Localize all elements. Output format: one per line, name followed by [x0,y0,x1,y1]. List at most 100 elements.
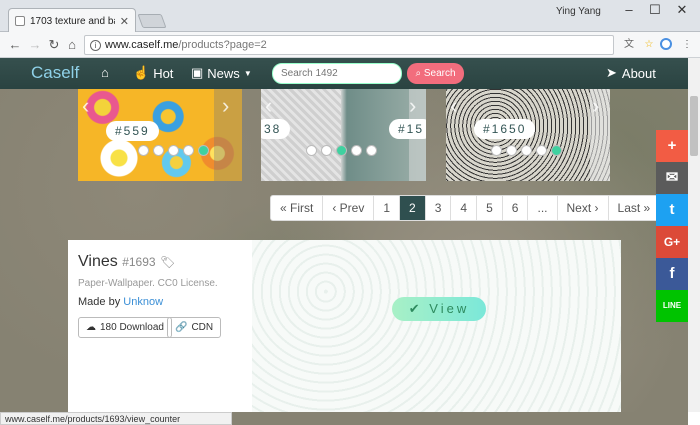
new-tab-button[interactable] [137,14,167,28]
carousel-dot-active[interactable] [551,145,562,156]
product-id-pill: #15 [389,119,426,139]
reload-icon[interactable]: ↻ [45,36,63,54]
carousel-dot[interactable] [491,145,502,156]
search-button-label: Search [423,68,456,79]
nav-hot[interactable]: ☝ Hot [133,65,173,81]
chevron-left-icon[interactable]: ‹ [450,93,457,119]
product-id-pill: 38 [261,119,291,139]
nav-about[interactable]: ➤ About [606,65,656,81]
maximize-icon[interactable]: ☐ [645,2,665,18]
download-button[interactable]: ☁ 180 Download [78,317,172,338]
chevron-right-icon[interactable]: › [222,93,229,119]
url-path: /products?page=2 [178,39,267,51]
browser-user-name[interactable]: Ying Yang [556,6,601,17]
page-2-current[interactable]: 2 [400,196,426,220]
carousel-dot[interactable] [153,145,164,156]
nav-hot-label: Hot [153,65,174,81]
search-input[interactable] [272,63,402,84]
back-icon[interactable]: ← [6,36,24,54]
product-id: #1693 [122,255,156,269]
close-tab-icon[interactable]: ✕ [120,15,129,28]
page-6[interactable]: 6 [503,196,529,220]
carousel-dot[interactable] [321,145,332,156]
page-bottom-strip [232,412,688,425]
email-share-icon[interactable]: ✉ [656,162,688,194]
address-url: www.caself.me/products?page=2 [105,39,267,51]
url-host: www.caself.me [105,39,179,51]
page-5[interactable]: 5 [477,196,503,220]
product-author: Made by Unknow [78,296,163,308]
line-icon[interactable]: LINE [656,290,688,322]
carousel-dots [491,145,562,156]
nav-about-label: About [621,65,656,81]
carousel-dot[interactable] [306,145,317,156]
carousel-dot[interactable] [168,145,179,156]
browser-toolbar: ← → ↻ ⌂ i www.caself.me/products?page=2 … [0,32,700,58]
carousel-dot[interactable] [351,145,362,156]
page-last[interactable]: Last » [609,196,660,220]
minimize-icon[interactable]: – [619,2,639,18]
chevron-left-icon[interactable]: ‹ [265,93,272,119]
chevron-right-icon[interactable]: › [592,93,599,119]
page-first[interactable]: « First [271,196,324,220]
author-link[interactable]: Unknow [123,296,163,308]
close-window-icon[interactable]: ✕ [672,2,692,18]
chevron-right-icon[interactable]: › [409,93,416,119]
nav-news[interactable]: ▣ News ▼ [191,65,252,81]
page-4[interactable]: 4 [451,196,478,220]
caret-down-icon: ▼ [243,68,252,78]
tab-title: 1703 texture and backg [30,15,115,27]
product-preview-image[interactable] [252,240,621,412]
product-card: Vines #1693 🏷 Paper-Wallpaper. CC0 Licen… [68,240,621,412]
view-label: View [429,301,470,316]
bookmark-star-icon[interactable]: ☆ [642,38,656,52]
carousel-card[interactable]: ‹ › #559 [78,89,242,181]
carousel-dot[interactable] [366,145,377,156]
page-ellipsis: ... [528,196,558,220]
carousel-dot[interactable] [183,145,194,156]
cloud-download-icon: ☁ [86,322,96,333]
page-3[interactable]: 3 [426,196,452,220]
extension-icon[interactable] [660,38,672,50]
cdn-label: CDN [191,322,214,333]
tag-icon: 🏷 [160,255,176,269]
view-button[interactable]: ✔ View [392,297,486,321]
translate-icon[interactable]: 文 [622,38,636,52]
status-bar: www.caself.me/products/1693/view_counter [0,412,232,425]
site-brand[interactable]: Caself [31,63,79,83]
search-button[interactable]: ⌕ Search [407,63,464,84]
site-navbar: Caself ⌂ ☝Hot ▣News▼ ⌕ Search ➤ About [0,58,688,89]
twitter-icon[interactable]: t [656,194,688,226]
google-plus-icon[interactable]: G+ [656,226,688,258]
scrollbar-thumb[interactable] [690,96,698,156]
facebook-icon[interactable]: f [656,258,688,290]
carousel-card[interactable]: ‹ › #1650 [446,89,610,181]
home-icon[interactable]: ⌂ [63,36,81,54]
page-next[interactable]: Next › [558,196,609,220]
pagination: « First ‹ Prev 1 2 3 4 5 6 ... Next › La… [270,195,661,221]
nav-home[interactable]: ⌂ [101,65,109,80]
site-info-icon[interactable]: i [90,39,101,51]
cdn-button[interactable]: 🔗 CDN [167,317,222,338]
page-prev[interactable]: ‹ Prev [323,196,375,220]
product-name: Vines [78,253,118,270]
carousel-dots [138,145,209,156]
carousel-dot[interactable] [536,145,547,156]
carousel-dot[interactable] [506,145,517,156]
address-bar[interactable]: i www.caself.me/products?page=2 [84,35,614,55]
link-icon: 🔗 [175,322,188,333]
share-add-icon[interactable]: + [656,130,688,162]
carousel-card[interactable]: ‹ › 38 #15 [261,89,426,181]
carousel-dot-active[interactable] [198,145,209,156]
browser-tab[interactable]: 1703 texture and backg ✕ [8,8,136,33]
carousel-dot[interactable] [138,145,149,156]
page-1[interactable]: 1 [374,196,401,220]
chevron-left-icon[interactable]: ‹ [82,93,89,119]
carousel-dot-active[interactable] [336,145,347,156]
carousel-dot[interactable] [521,145,532,156]
menu-icon[interactable]: ⋮ [680,38,694,52]
page-background: ‹ › #559 ‹ › 38 #15 ‹ › #1650 « First ‹ … [0,89,688,412]
hand-pointer-icon: ☝ [133,65,150,80]
product-title[interactable]: Vines #1693 🏷 [78,253,175,271]
forward-icon[interactable]: → [26,36,44,54]
